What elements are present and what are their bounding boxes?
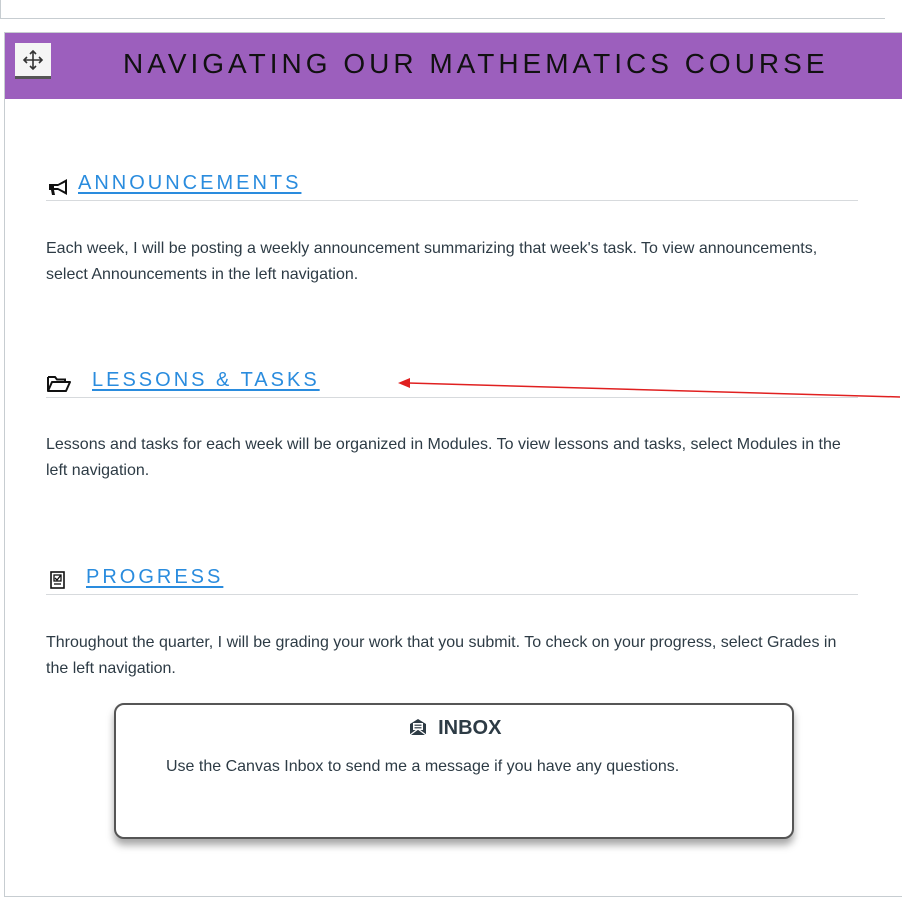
inbox-heading: INBOX bbox=[116, 717, 792, 740]
checklist-icon bbox=[50, 571, 65, 589]
move-handle[interactable] bbox=[15, 43, 51, 79]
lessons-tasks-link[interactable]: LESSONS & TASKS bbox=[92, 369, 320, 392]
progress-link[interactable]: PROGRESS bbox=[86, 566, 223, 589]
megaphone-icon bbox=[49, 179, 67, 195]
folder-open-icon bbox=[47, 376, 71, 392]
inbox-description: Use the Canvas Inbox to send me a messag… bbox=[166, 758, 680, 775]
announcements-link[interactable]: ANNOUNCEMENTS bbox=[78, 172, 301, 195]
inbox-icon bbox=[409, 719, 426, 736]
section-heading-announcements: ANNOUNCEMENTS bbox=[46, 172, 858, 201]
previous-content-edge bbox=[0, 0, 885, 19]
course-banner: NAVIGATING OUR MATHEMATICS COURSE bbox=[5, 33, 902, 99]
banner-title: NAVIGATING OUR MATHEMATICS COURSE bbox=[123, 48, 829, 79]
lessons-tasks-description: Lessons and tasks for each week will be … bbox=[46, 436, 841, 479]
inbox-callout: INBOX Use the Canvas Inbox to send me a … bbox=[114, 703, 794, 839]
announcements-description: Each week, I will be posting a weekly an… bbox=[46, 240, 818, 283]
inbox-title: INBOX bbox=[438, 717, 502, 739]
section-heading-lessons: LESSONS & TASKS bbox=[46, 369, 858, 398]
section-heading-progress: PROGRESS bbox=[46, 566, 858, 595]
progress-description: Throughout the quarter, I will be gradin… bbox=[46, 634, 837, 677]
move-icon bbox=[22, 49, 44, 70]
